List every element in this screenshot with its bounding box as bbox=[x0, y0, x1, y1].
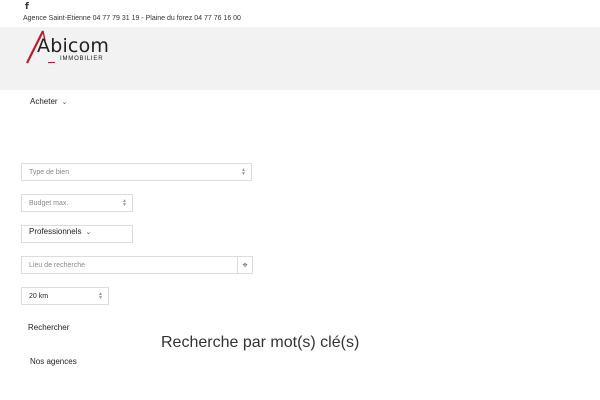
logo-accent-line bbox=[48, 62, 55, 63]
logo-text: Abicom bbox=[37, 35, 110, 57]
logo[interactable]: Abicom IMMOBILIER bbox=[23, 29, 118, 67]
select-arrows-icon: ▲ ▼ bbox=[98, 291, 103, 301]
locate-button[interactable]: ⌖ bbox=[237, 256, 253, 274]
nav-professionnels[interactable]: Professionnels ⌄ bbox=[29, 227, 91, 236]
select-arrows-icon: ▲ ▼ bbox=[122, 198, 127, 208]
nav-acheter-label: Acheter bbox=[30, 97, 58, 106]
logo-subtext: IMMOBILIER bbox=[60, 56, 104, 62]
keyword-search-title: Recherche par mot(s) clé(s) bbox=[161, 334, 360, 351]
chevron-down-icon: ⌄ bbox=[85, 228, 92, 236]
nav-agencies[interactable]: Nos agences bbox=[30, 357, 77, 366]
search-button[interactable]: Rechercher bbox=[28, 323, 69, 332]
property-type-select[interactable]: Type de bien ▲ ▼ bbox=[21, 163, 252, 181]
property-type-placeholder: Type de bien bbox=[29, 168, 70, 176]
chevron-down-icon: ⌄ bbox=[61, 98, 68, 106]
nav-acheter[interactable]: Acheter ⌄ bbox=[30, 97, 67, 106]
location-placeholder: Lieu de recherche bbox=[29, 261, 86, 269]
radius-select[interactable]: 20 km ▲ ▼ bbox=[21, 287, 109, 305]
facebook-icon[interactable]: f bbox=[25, 2, 29, 12]
budget-select[interactable]: Budget max. ▲ ▼ bbox=[21, 194, 133, 212]
crosshair-icon: ⌖ bbox=[242, 259, 248, 270]
budget-placeholder: Budget max. bbox=[29, 199, 69, 207]
radius-value: 20 km bbox=[29, 292, 49, 300]
contact-info: Agence Saint-Etienne 04 77 79 31 19 - Pl… bbox=[23, 15, 241, 22]
select-arrows-icon: ▲ ▼ bbox=[241, 167, 246, 177]
nav-professionnels-label: Professionnels bbox=[29, 227, 82, 236]
location-input[interactable]: Lieu de recherche bbox=[21, 256, 238, 274]
